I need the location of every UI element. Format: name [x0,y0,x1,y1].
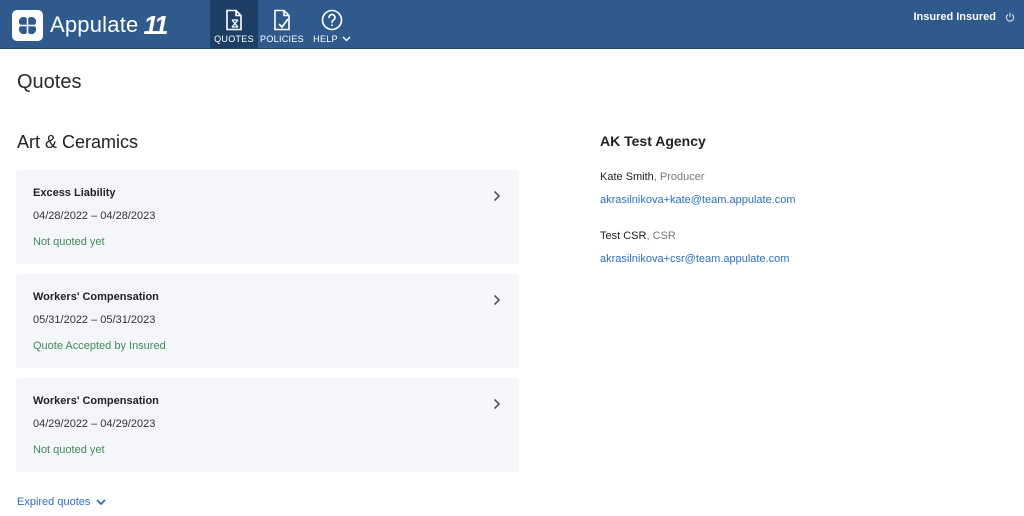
quote-status: Not quoted yet [33,236,105,248]
chevron-right-icon [493,294,501,306]
chevron-down-icon [342,36,351,42]
quote-dates: 04/29/2022 – 04/29/2023 [33,418,156,430]
quote-status: Quote Accepted by Insured [33,340,166,352]
top-bar: Appulate 11 QUOTES POLICIES HELP Insured… [0,0,1024,49]
user-name: Insured Insured [913,11,996,23]
quotes-document-icon [226,9,242,31]
power-icon[interactable] [1005,12,1015,22]
quote-dates: 05/31/2022 – 05/31/2023 [33,314,156,326]
chevron-down-icon [96,498,107,505]
insured-name: Art & Ceramics [17,132,139,152]
agency-name: AK Test Agency [600,133,706,149]
quote-title: Workers' Compensation [33,291,159,303]
quote-card[interactable]: Workers' Compensation 05/31/2022 – 05/31… [16,274,519,368]
contact-csr: Test CSR, CSR [600,230,676,242]
contact-name: Test CSR [600,230,647,242]
user-menu[interactable]: Insured Insured [913,11,1015,23]
contact-email-link[interactable]: akrasilnikova+kate@team.appulate.com [600,194,796,206]
quote-dates: 04/28/2022 – 04/28/2023 [33,210,156,222]
clover-logo-icon [12,9,43,41]
contact-email-link[interactable]: akrasilnikova+csr@team.appulate.com [600,253,789,265]
quote-title: Excess Liability [33,187,116,199]
nav-help[interactable]: HELP [308,0,356,48]
brand-mark: 11 [143,9,168,40]
quote-title: Workers' Compensation [33,395,159,407]
help-question-icon [321,9,343,31]
main-nav: QUOTES POLICIES HELP [210,0,356,48]
policies-document-check-icon [274,9,290,31]
contact-role: , CSR [646,230,676,242]
contact-role: , Producer [653,171,705,183]
expired-quotes-label: Expired quotes [17,496,91,508]
nav-quotes-label: QUOTES [214,34,254,44]
quote-card[interactable]: Workers' Compensation 04/29/2022 – 04/29… [16,378,519,472]
nav-policies-label: POLICIES [260,34,304,44]
app-logo[interactable]: Appulate 11 [12,9,168,41]
nav-quotes[interactable]: QUOTES [210,0,258,48]
contact-name: Kate Smith [600,171,654,183]
page-title: Quotes [17,71,82,93]
nav-help-label: HELP [313,34,338,44]
chevron-right-icon [493,398,501,410]
quote-status: Not quoted yet [33,444,105,456]
expired-quotes-toggle[interactable]: Expired quotes [17,496,107,508]
brand-name: Appulate [50,12,139,37]
quote-card[interactable]: Excess Liability 04/28/2022 – 04/28/2023… [16,170,519,264]
chevron-right-icon [493,190,501,202]
contact-producer: Kate Smith, Producer [600,171,705,183]
nav-policies[interactable]: POLICIES [258,0,306,48]
